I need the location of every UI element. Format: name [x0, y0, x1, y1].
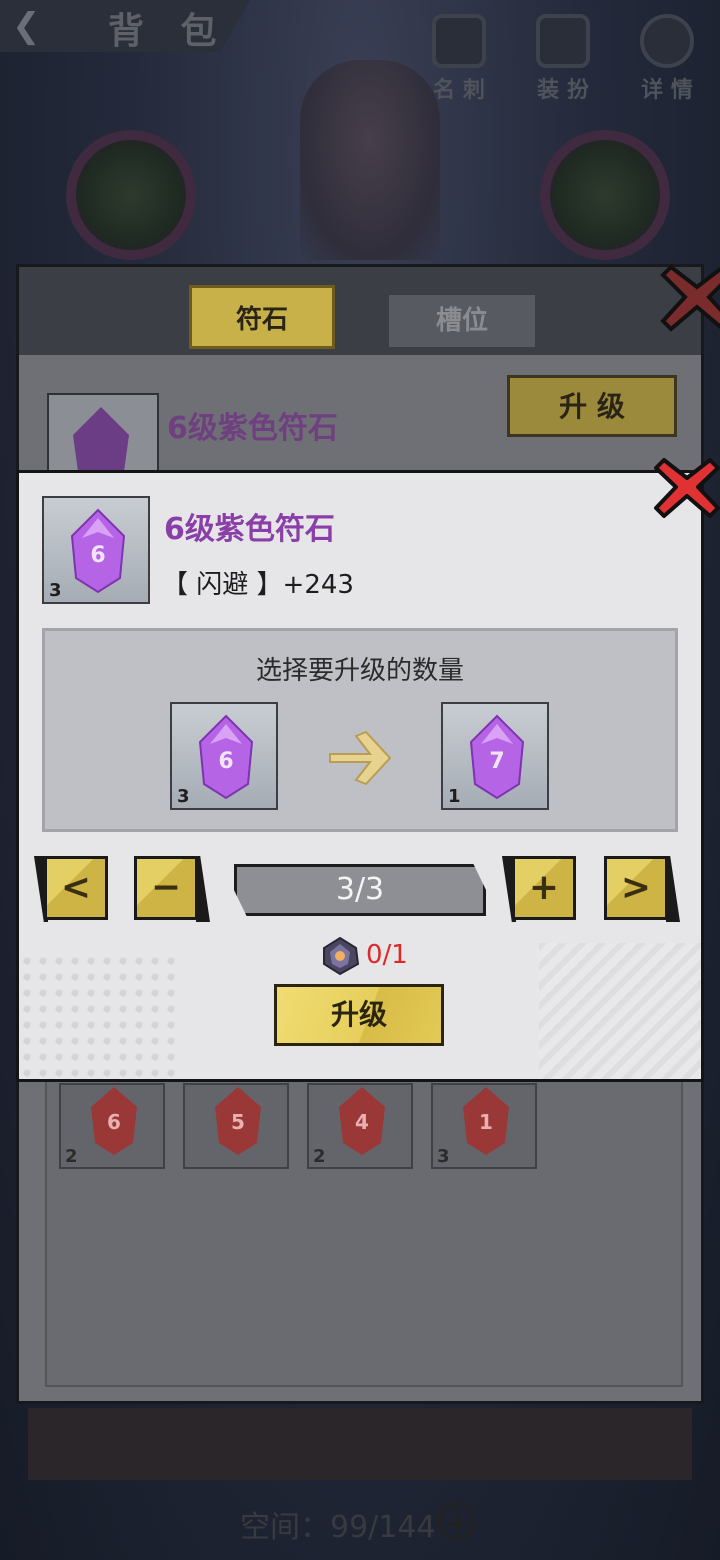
purple-gem-icon: 6: [70, 508, 126, 594]
arrow-right-icon: [329, 730, 392, 786]
details-label: 详 情: [641, 78, 693, 103]
source-item: 6 3: [170, 702, 278, 810]
bg-close-icon[interactable]: [657, 257, 720, 337]
grid-item[interactable]: 4 2: [307, 1083, 413, 1169]
item-count: 2: [313, 1146, 326, 1167]
next-label: >: [604, 856, 668, 920]
costume-label: 装 扮: [537, 78, 589, 103]
target-item: 7 1: [441, 702, 549, 810]
character-portrait: [300, 60, 440, 260]
space-counter: 空间：99/144: [240, 1510, 436, 1545]
svg-text:5: 5: [231, 1110, 245, 1134]
svg-text:1: 1: [479, 1110, 493, 1134]
prev-button[interactable]: <: [34, 856, 114, 922]
svg-text:6: 6: [218, 749, 233, 774]
item-icon: 6 3: [42, 496, 150, 604]
plus-label: +: [512, 856, 576, 920]
item-name: 6级紫色符石: [164, 512, 335, 547]
minus-button[interactable]: −: [124, 856, 210, 922]
upgrade-cost: 0/1: [366, 940, 408, 970]
purple-gem-icon: 6: [198, 714, 254, 800]
red-gem-icon: 4: [339, 1087, 385, 1155]
costume-icon: [536, 14, 590, 68]
page-title: 背 包: [108, 11, 229, 52]
bg-item-name: 6级紫色符石: [167, 411, 338, 446]
minus-label: −: [134, 856, 198, 920]
details-button[interactable]: 详 情: [632, 14, 702, 103]
item-count: 3: [177, 786, 190, 807]
grid-item[interactable]: 1 3: [431, 1083, 537, 1169]
upgrade-button[interactable]: 升级: [274, 984, 444, 1046]
close-icon[interactable]: [652, 452, 720, 522]
equip-slot-left: [66, 130, 196, 260]
name-card-label: 名 刺: [433, 78, 485, 103]
svg-text:6: 6: [90, 543, 105, 568]
tab-slot[interactable]: 槽位: [389, 295, 535, 347]
name-card-button[interactable]: 名 刺: [424, 14, 494, 103]
tab-bar: [19, 267, 701, 355]
svg-text:7: 7: [489, 749, 504, 774]
back-arrow-icon[interactable]: ❮: [12, 6, 46, 46]
tab-rune[interactable]: 符石: [189, 285, 335, 349]
item-count: 3: [437, 1146, 450, 1167]
rune-stone-icon: [323, 936, 360, 976]
costume-button[interactable]: 装 扮: [528, 14, 598, 103]
purple-gem-icon: 7: [469, 714, 525, 800]
prev-label: <: [44, 856, 108, 920]
red-gem-icon: 1: [463, 1087, 509, 1155]
item-count: 2: [65, 1146, 78, 1167]
grid-item[interactable]: 5: [183, 1083, 289, 1169]
select-quantity-title: 选择要升级的数量: [255, 656, 464, 686]
dialog-decoration-stripes: [539, 943, 701, 1079]
item-attribute: 【 闪避 】+243: [162, 570, 354, 600]
quantity-display: 3/3: [234, 864, 486, 916]
svg-text:6: 6: [107, 1110, 121, 1134]
expand-space-button[interactable]: +: [438, 1502, 476, 1541]
bg-upgrade-button[interactable]: 升 级: [507, 375, 677, 437]
grid-item[interactable]: 6 2: [59, 1083, 165, 1169]
equip-slot-right: [540, 130, 670, 260]
item-count: 1: [448, 786, 461, 807]
dialog-decoration: [19, 953, 179, 1079]
bottom-item-bar: [28, 1408, 692, 1480]
card-icon: [432, 14, 486, 68]
next-button[interactable]: >: [594, 856, 680, 922]
svg-text:4: 4: [355, 1110, 369, 1134]
plus-button[interactable]: +: [502, 856, 582, 922]
magnifier-icon: [640, 14, 694, 68]
red-gem-icon: 5: [215, 1087, 261, 1155]
item-count: 3: [49, 580, 62, 601]
red-gem-icon: 6: [91, 1087, 137, 1155]
